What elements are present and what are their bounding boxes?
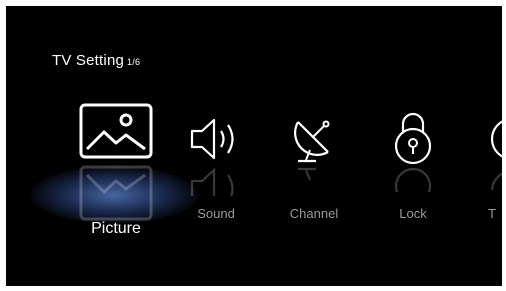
speaker-icon (190, 118, 234, 160)
menu-item-picture[interactable]: Picture (66, 98, 166, 248)
picture-icon-reflection (79, 165, 153, 221)
lock-icon (394, 112, 432, 165)
tv-screen: TV Setting 1/6 Picture Sound Channel Loc… (6, 6, 502, 286)
satellite-dish-icon (294, 120, 330, 163)
speaker-icon-reflection (190, 167, 234, 196)
menu-item-lock[interactable]: Lock (373, 106, 453, 236)
page-title: TV Setting 1/6 (52, 52, 140, 69)
clock-icon-reflection (490, 169, 502, 190)
clock-icon (490, 120, 502, 158)
picture-icon (79, 103, 153, 159)
menu-item-label: Picture (91, 220, 141, 237)
page-indicator: 1/6 (127, 57, 141, 67)
satellite-dish-icon-reflection (298, 167, 316, 181)
menu-item-label: T (488, 206, 496, 221)
menu-item-channel[interactable]: Channel (274, 106, 354, 236)
menu-item-time[interactable]: T (468, 106, 502, 236)
title-text: TV Setting (52, 52, 125, 69)
menu-item-label: Channel (289, 206, 339, 221)
menu-item-label: Lock (399, 206, 427, 221)
lock-icon-reflection (394, 168, 432, 192)
menu-item-label: Sound (197, 206, 235, 221)
menu-item-sound[interactable]: Sound (176, 106, 256, 236)
